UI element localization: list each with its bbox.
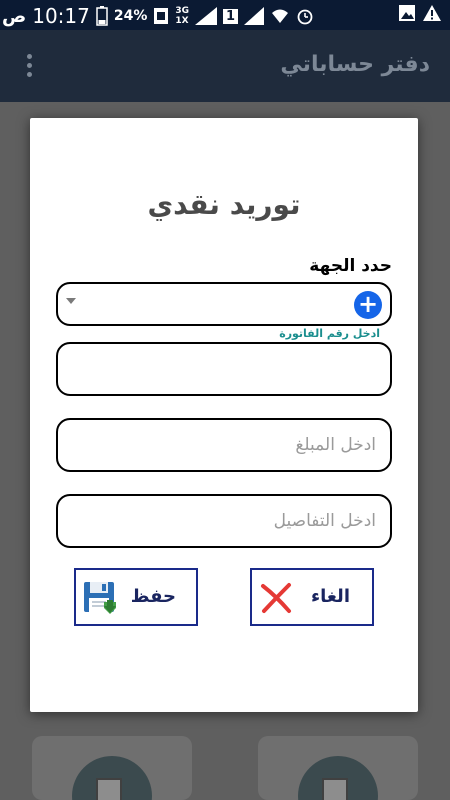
cancel-button[interactable]: الغاء xyxy=(250,568,374,626)
status-bar: ص 10:17 24% 3G 1X 1 xyxy=(0,0,450,30)
signal-icon-2 xyxy=(244,7,265,25)
network-type: 3G xyxy=(175,6,190,16)
wifi-icon xyxy=(272,9,289,23)
battery-icon xyxy=(96,6,108,26)
warning-icon xyxy=(423,5,441,21)
sim-card-icon xyxy=(154,8,169,24)
select-party-label: حدد الجهة xyxy=(309,256,392,276)
app-bar: دفتر حساباتي xyxy=(0,30,450,102)
status-time: 10:17 xyxy=(32,4,90,28)
red-x-icon xyxy=(261,583,291,613)
status-ampm: ص xyxy=(2,5,27,27)
sim-slot: 1 xyxy=(226,8,236,24)
invoice-number-field[interactable] xyxy=(56,342,392,396)
details-input[interactable] xyxy=(58,496,390,546)
save-button[interactable]: حفظ xyxy=(74,568,198,626)
document-icon xyxy=(96,778,122,800)
image-notification-icon xyxy=(399,5,415,21)
dropdown-arrow-icon[interactable] xyxy=(66,298,76,304)
alarm-icon xyxy=(297,9,313,25)
status-time-group: ص 10:17 24% 3G 1X 1 xyxy=(2,4,314,28)
dialog-title: توريد نقدي xyxy=(147,188,301,221)
amount-input[interactable] xyxy=(58,420,390,470)
plus-circle-icon: + xyxy=(357,290,379,318)
signal-icon xyxy=(195,7,218,25)
amount-field[interactable] xyxy=(56,418,392,472)
invoice-hint: ادخل رقم الفاتورة xyxy=(279,327,380,340)
cash-supply-dialog: توريد نقدي حدد الجهة + ادخل رقم الفاتورة… xyxy=(30,118,418,712)
document-icon xyxy=(322,778,348,800)
network-type-2: 1X xyxy=(175,16,189,26)
app-title: دفتر حساباتي xyxy=(280,52,430,77)
cancel-button-label: الغاء xyxy=(310,586,350,607)
party-select[interactable]: + xyxy=(56,282,392,326)
save-button-label: حفظ xyxy=(130,586,176,607)
invoice-number-input[interactable] xyxy=(58,344,390,394)
battery-percent: 24% xyxy=(113,8,148,24)
details-field[interactable] xyxy=(56,494,392,548)
floppy-disk-icon xyxy=(84,582,116,614)
add-party-button[interactable]: + xyxy=(354,291,382,319)
kebab-menu-icon[interactable] xyxy=(24,54,34,80)
